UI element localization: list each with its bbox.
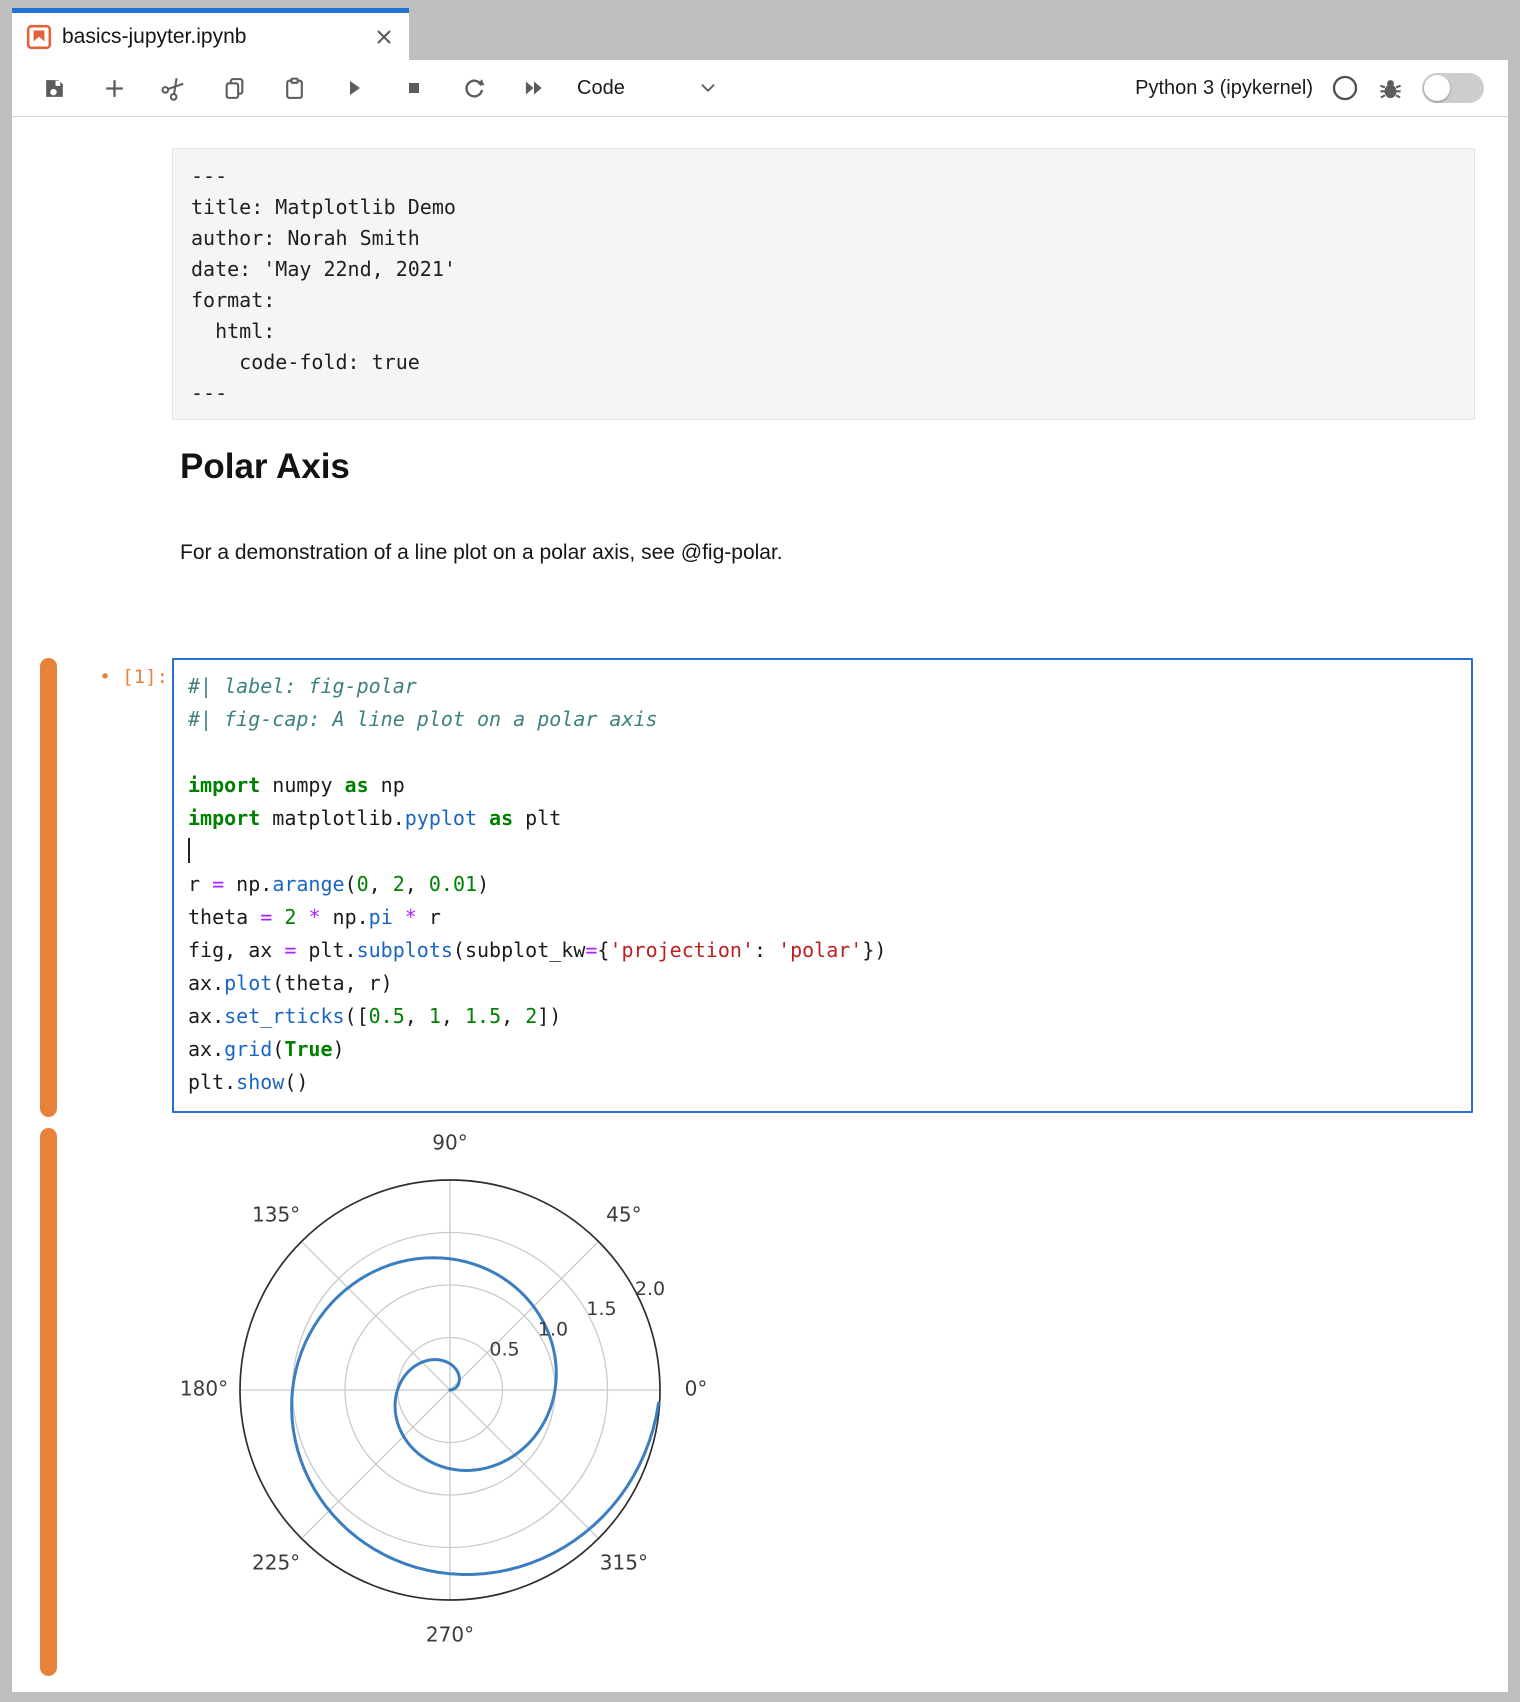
run-cell-button[interactable] <box>332 66 376 110</box>
restart-kernel-button[interactable] <box>452 66 496 110</box>
kernel-name[interactable]: Python 3 (ipykernel) <box>1135 77 1313 100</box>
insert-cell-button[interactable] <box>92 66 136 110</box>
plus-icon <box>102 76 127 101</box>
svg-text:1.0: 1.0 <box>538 1318 568 1340</box>
notebook-content: --- title: Matplotlib Demo author: Norah… <box>12 117 1508 1692</box>
svg-text:0.5: 0.5 <box>489 1338 519 1360</box>
markdown-heading: Polar Axis <box>180 447 350 487</box>
svg-text:270°: 270° <box>426 1623 474 1647</box>
save-icon <box>42 76 67 101</box>
svg-text:2.0: 2.0 <box>635 1278 665 1300</box>
raw-cell[interactable]: --- title: Matplotlib Demo author: Norah… <box>172 148 1475 420</box>
run-icon <box>342 76 366 100</box>
simple-mode-toggle[interactable] <box>1422 73 1484 103</box>
fast-forward-icon <box>521 75 547 101</box>
markdown-paragraph: For a demonstration of a line plot on a … <box>180 541 783 565</box>
notebook-file-icon <box>26 24 52 50</box>
chevron-down-icon[interactable] <box>697 77 719 99</box>
restart-icon <box>461 75 487 101</box>
toggle-knob <box>1424 75 1450 101</box>
kernel-status-icon <box>1331 74 1359 102</box>
debugger-bug-icon[interactable] <box>1377 75 1404 102</box>
svg-text:180°: 180° <box>180 1377 228 1401</box>
cut-cells-button[interactable] <box>152 66 196 110</box>
kernel-area: Python 3 (ipykernel) <box>1135 73 1508 103</box>
output-collapser[interactable] <box>40 1128 57 1676</box>
svg-text:90°: 90° <box>432 1131 467 1155</box>
save-button[interactable] <box>32 66 76 110</box>
scissors-icon <box>161 75 187 101</box>
polar-plot-output: 0° 45° 90° 135° 180° 225° 270° 315° 0.5 1.0 1.5 2.0 <box>180 1040 720 1690</box>
raw-cell-text: --- title: Matplotlib Demo author: Norah… <box>173 149 1474 421</box>
svg-text:315°: 315° <box>600 1550 648 1574</box>
svg-text:0°: 0° <box>685 1377 708 1401</box>
svg-text:135°: 135° <box>252 1203 300 1227</box>
notebook-tab[interactable]: basics-jupyter.ipynb <box>12 8 409 60</box>
notebook-toolbar: Code Python 3 (ipykernel) <box>12 60 1508 117</box>
restart-run-all-button[interactable] <box>512 66 556 110</box>
code-cell-collapser[interactable] <box>40 658 57 1117</box>
svg-text:45°: 45° <box>606 1203 641 1227</box>
copy-icon <box>222 76 247 101</box>
paste-cells-button[interactable] <box>272 66 316 110</box>
close-icon[interactable] <box>373 26 395 48</box>
stop-icon <box>402 76 426 100</box>
svg-text:225°: 225° <box>252 1550 300 1574</box>
execution-count: • [1]: <box>64 666 168 688</box>
tab-title: basics-jupyter.ipynb <box>62 25 246 49</box>
copy-cells-button[interactable] <box>212 66 256 110</box>
svg-text:1.5: 1.5 <box>586 1298 616 1320</box>
paste-icon <box>282 76 307 101</box>
cell-type-dropdown[interactable]: Code <box>577 77 625 100</box>
interrupt-kernel-button[interactable] <box>392 66 436 110</box>
